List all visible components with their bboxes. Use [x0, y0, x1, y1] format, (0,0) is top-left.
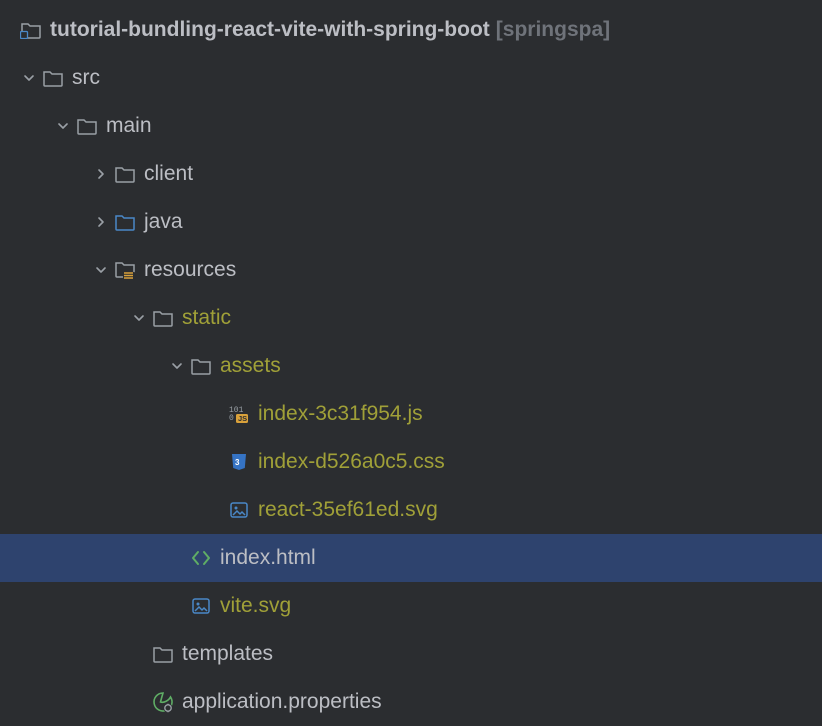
tree-row-index-js[interactable]: 1010JS index-3c31f954.js — [0, 390, 822, 438]
folder-label: src — [72, 66, 100, 90]
file-label: vite.svg — [220, 594, 291, 618]
svg-text:JS: JS — [238, 414, 247, 423]
image-file-icon — [226, 500, 252, 520]
tree-row-client[interactable]: client — [0, 150, 822, 198]
tree-row-main[interactable]: main — [0, 102, 822, 150]
folder-icon — [112, 165, 138, 183]
resources-folder-icon — [112, 260, 138, 280]
file-label: index.html — [220, 546, 316, 570]
folder-icon — [150, 309, 176, 327]
tree-row-root[interactable]: tutorial-bundling-react-vite-with-spring… — [0, 6, 822, 54]
tree-row-assets[interactable]: assets — [0, 342, 822, 390]
folder-label: assets — [220, 354, 281, 378]
image-file-icon — [188, 596, 214, 616]
tree-row-java[interactable]: java — [0, 198, 822, 246]
file-label: react-35ef61ed.svg — [258, 498, 438, 522]
folder-label: resources — [144, 258, 236, 282]
tree-row-index-html[interactable]: index.html — [0, 534, 822, 582]
folder-icon — [74, 117, 100, 135]
folder-label: templates — [182, 642, 273, 666]
folder-icon — [40, 69, 66, 87]
folder-label: client — [144, 162, 193, 186]
tree-row-vite-svg[interactable]: vite.svg — [0, 582, 822, 630]
tree-row-index-css[interactable]: 3 index-d526a0c5.css — [0, 438, 822, 486]
module-folder-icon — [18, 21, 44, 39]
file-label: index-3c31f954.js — [258, 402, 423, 426]
tree-row-resources[interactable]: resources — [0, 246, 822, 294]
chevron-down-icon[interactable] — [166, 359, 188, 373]
tree-row-static[interactable]: static — [0, 294, 822, 342]
folder-label: java — [144, 210, 183, 234]
spring-config-icon — [150, 691, 176, 713]
tree-row-react-svg[interactable]: react-35ef61ed.svg — [0, 486, 822, 534]
chevron-down-icon[interactable] — [90, 263, 112, 277]
source-folder-icon — [112, 213, 138, 231]
chevron-down-icon[interactable] — [52, 119, 74, 133]
tree-row-src[interactable]: src — [0, 54, 822, 102]
folder-icon — [188, 357, 214, 375]
file-label: index-d526a0c5.css — [258, 450, 445, 474]
svg-text:3: 3 — [235, 458, 240, 467]
chevron-down-icon[interactable] — [128, 311, 150, 325]
css-file-icon: 3 — [226, 452, 252, 472]
chevron-right-icon[interactable] — [90, 167, 112, 181]
chevron-down-icon[interactable] — [18, 71, 40, 85]
chevron-right-icon[interactable] — [90, 215, 112, 229]
folder-icon — [150, 645, 176, 663]
root-module-suffix: [springspa] — [496, 18, 610, 42]
tree-row-app-properties[interactable]: application.properties — [0, 678, 822, 726]
file-label: application.properties — [182, 690, 382, 714]
folder-label: static — [182, 306, 231, 330]
root-module-name: tutorial-bundling-react-vite-with-spring… — [50, 18, 490, 42]
js-file-icon: 1010JS — [226, 404, 252, 424]
folder-label: main — [106, 114, 152, 138]
tree-row-templates[interactable]: templates — [0, 630, 822, 678]
html-file-icon — [188, 548, 214, 568]
svg-text:0: 0 — [229, 414, 234, 423]
